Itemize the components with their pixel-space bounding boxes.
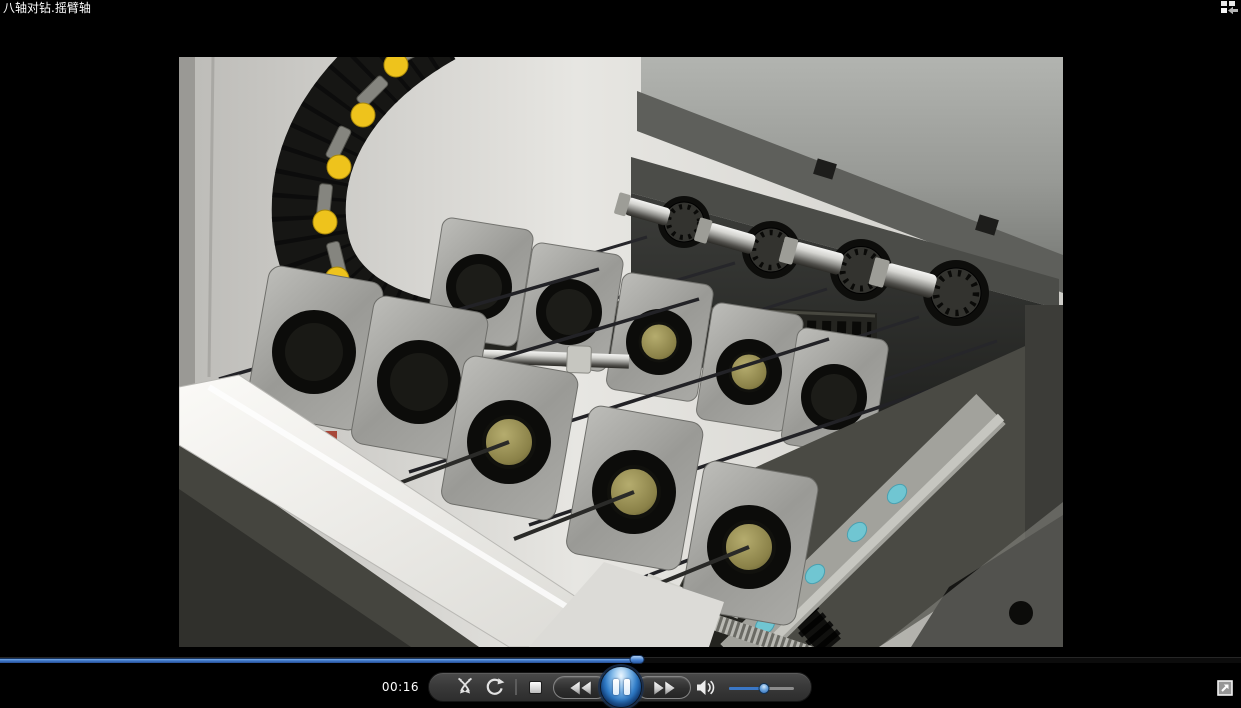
repeat-icon [485,677,505,697]
seek-bar[interactable] [0,655,1241,665]
fullscreen-icon [1216,679,1234,697]
repeat-button[interactable] [485,677,505,697]
pause-icon [613,679,619,695]
fast-forward-button[interactable] [636,676,691,699]
video-still-frame [179,57,1063,647]
mute-button[interactable] [696,679,716,696]
seek-thumb[interactable] [629,655,644,664]
volume-slider[interactable] [729,685,794,692]
fast-forward-icon [652,680,676,696]
elapsed-time: 00:16 [381,680,419,694]
pause-button[interactable] [600,666,642,708]
media-player-window: { "header": { "title": "八轴对钻.摇臂轴" }, "vi… [0,0,1241,707]
controls-divider [515,679,517,695]
video-display[interactable] [179,57,1063,647]
volume-thumb[interactable] [759,683,770,694]
video-title: 八轴对钻.摇臂轴 [3,1,91,16]
shuffle-icon [454,677,476,697]
seek-track [0,657,1241,663]
switch-to-library-button[interactable] [1218,0,1240,17]
seek-progress [0,658,637,663]
rewind-icon [569,680,593,696]
volume-icon [696,679,716,696]
switch-to-library-icon [1218,0,1240,17]
shuffle-button[interactable] [454,677,476,697]
fullscreen-button[interactable] [1216,679,1234,697]
stop-button[interactable] [528,680,543,695]
stop-icon [529,681,542,694]
